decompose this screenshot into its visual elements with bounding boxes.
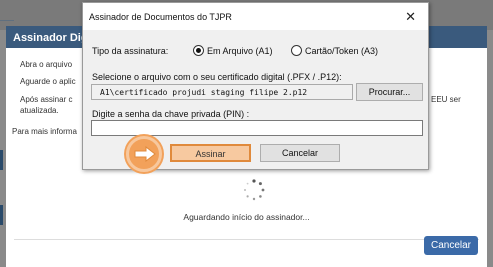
modal-instruction-fragment: EEU ser bbox=[431, 95, 461, 104]
background-divider bbox=[0, 20, 14, 21]
pin-label: Digite a senha da chave privada (PIN) : bbox=[92, 109, 250, 119]
highlight-pointer bbox=[126, 136, 162, 172]
radio-file-a1-label[interactable]: Em Arquivo (A1) bbox=[207, 46, 273, 56]
cancel-button[interactable]: Cancelar bbox=[424, 236, 478, 255]
signature-type-label: Tipo da assinatura: bbox=[92, 46, 169, 56]
signer-dialog: Assinador de Documentos do TJPR ✕ Tipo d… bbox=[82, 2, 429, 172]
dialog-cancel-button[interactable]: Cancelar bbox=[260, 144, 340, 162]
modal-info-text: Para mais informa bbox=[12, 127, 77, 136]
browse-button[interactable]: Procurar... bbox=[356, 83, 423, 101]
select-certificate-label: Selecione o arquivo com o seu certificad… bbox=[92, 72, 342, 82]
modal-instruction: Abra o arquivo bbox=[20, 60, 73, 69]
modal-instruction: atualizada. bbox=[20, 106, 59, 115]
dialog-title: Assinador de Documentos do TJPR bbox=[89, 12, 232, 22]
background-page-edge bbox=[0, 205, 3, 225]
loading-spinner-icon bbox=[244, 179, 265, 201]
pin-input[interactable] bbox=[91, 120, 423, 136]
radio-file-a1[interactable] bbox=[193, 45, 204, 56]
waiting-status-text: Aguardando início do assinador... bbox=[183, 212, 310, 222]
certificate-path-field[interactable]: A1\certificado projudi staging filipe 2.… bbox=[91, 84, 353, 100]
sign-button[interactable]: Assinar bbox=[170, 144, 251, 162]
arrow-right-icon bbox=[134, 146, 156, 162]
background-page-edge bbox=[0, 150, 3, 170]
radio-token-a3[interactable] bbox=[291, 45, 302, 56]
modal-instruction: Aguarde o aplic bbox=[20, 77, 76, 86]
close-icon[interactable]: ✕ bbox=[405, 9, 416, 25]
modal-instruction: Após assinar c bbox=[20, 95, 73, 104]
radio-token-a3-label[interactable]: Cartão/Token (A3) bbox=[305, 46, 378, 56]
modal-footer-divider bbox=[14, 239, 479, 240]
dialog-titlebar: Assinador de Documentos do TJPR ✕ bbox=[83, 3, 428, 30]
